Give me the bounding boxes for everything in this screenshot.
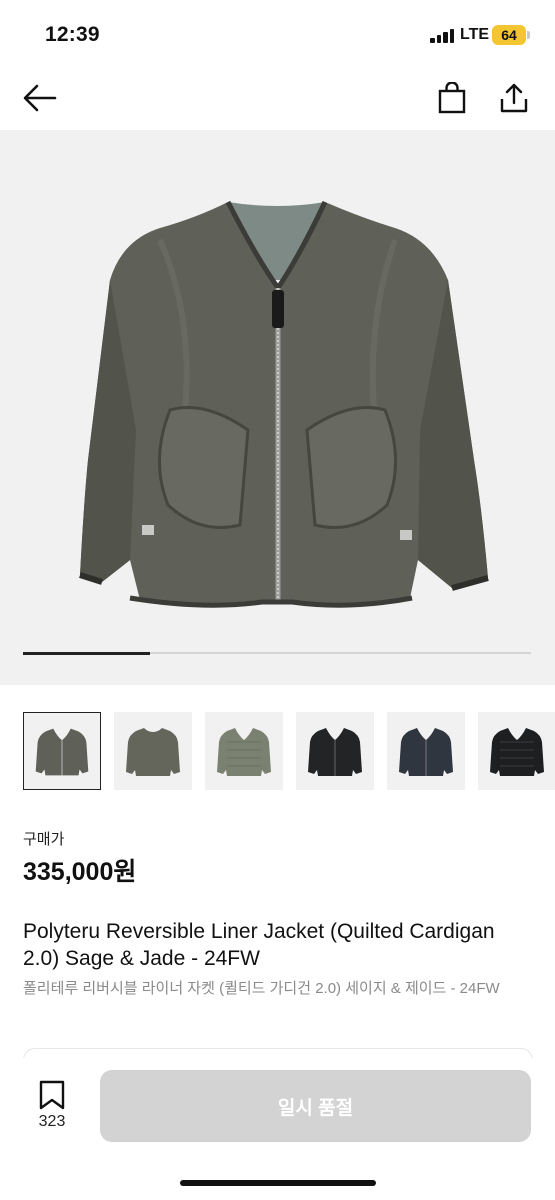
- app-header: [0, 70, 555, 130]
- sold-out-button[interactable]: 일시 품절: [100, 1070, 531, 1142]
- thumbnail-5[interactable]: [387, 712, 465, 790]
- network-label: LTE: [460, 26, 490, 43]
- home-indicator: [180, 1180, 376, 1186]
- jacket-thumbnail-black: [308, 728, 362, 776]
- share-icon: [500, 83, 528, 113]
- thumbnail-strip[interactable]: [23, 712, 555, 792]
- thumbnail-6[interactable]: [478, 712, 555, 790]
- cart-button[interactable]: [430, 76, 474, 120]
- thumbnail-1[interactable]: [23, 712, 101, 790]
- thumbnail-3[interactable]: [205, 712, 283, 790]
- jacket-image: [79, 200, 489, 608]
- bookmark-icon: [39, 1080, 65, 1110]
- battery-tip: [527, 31, 530, 39]
- bookmark-button[interactable]: 323: [30, 1080, 74, 1140]
- battery-icon: 64: [492, 25, 526, 45]
- back-button[interactable]: [18, 76, 62, 120]
- carousel-progress-track: [23, 651, 531, 655]
- status-bar: 12:39 LTE 64: [0, 0, 555, 70]
- sold-out-label: 일시 품절: [277, 1097, 354, 1119]
- product-image-carousel[interactable]: [0, 130, 555, 685]
- carousel-progress-fill: [23, 651, 150, 655]
- price-value: 335,000원: [23, 858, 137, 886]
- jacket-thumbnail-olive: [217, 728, 271, 776]
- jacket-thumbnail-gray-back: [126, 728, 180, 776]
- arrow-left-icon: [23, 84, 57, 112]
- signal-icon: [430, 29, 456, 43]
- share-button[interactable]: [492, 76, 536, 120]
- status-time: 12:39: [45, 23, 100, 46]
- bottom-action-bar: 323 일시 품절: [0, 1058, 555, 1200]
- shopping-bag-icon: [438, 82, 466, 114]
- thumbnail-4[interactable]: [296, 712, 374, 790]
- jacket-thumbnail-navy: [399, 728, 453, 776]
- price-label: 구매가: [23, 831, 65, 848]
- product-title-en: Polyteru Reversible Liner Jacket (Quilte…: [23, 920, 495, 970]
- bookmark-count: 323: [38, 1113, 66, 1130]
- thumbnail-2[interactable]: [114, 712, 192, 790]
- product-title-ko: 폴리테루 리버시블 라이너 자켓 (퀼티드 가디건 2.0) 세이지 & 제이드…: [23, 980, 500, 997]
- jacket-thumbnail-gray: [35, 728, 89, 776]
- jacket-thumbnail-black-quilted: [490, 728, 544, 776]
